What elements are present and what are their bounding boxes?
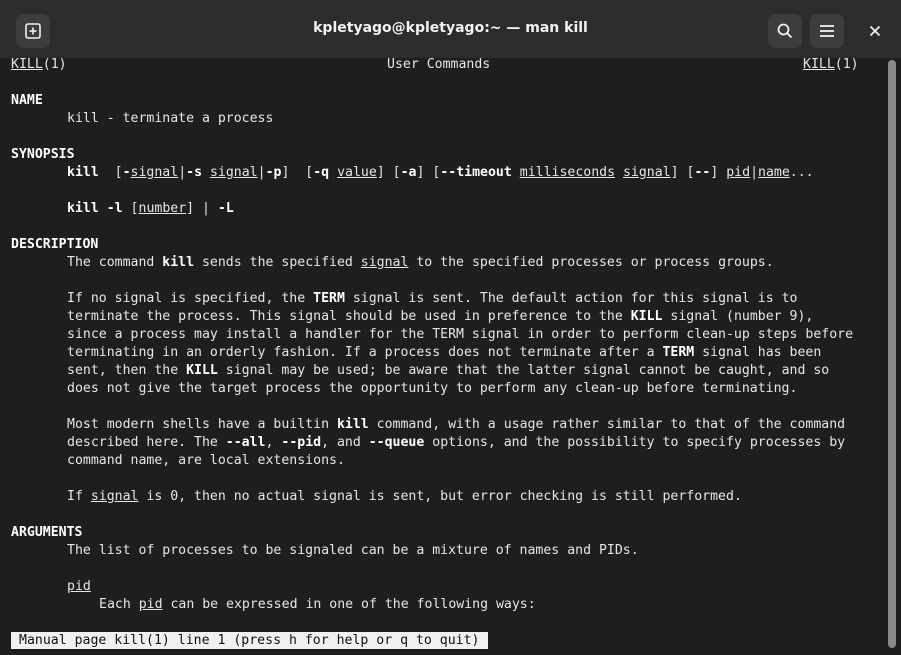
close-icon (869, 25, 881, 37)
args-pid-description: Each pid can be expressed in one of the … (99, 597, 536, 612)
desc-paragraph-2-line-3: since a process may install a handler fo… (67, 327, 854, 342)
menu-button[interactable] (810, 14, 844, 48)
desc-paragraph-2-line-5: sent, then the KILL signal may be used; … (67, 363, 830, 378)
args-paragraph-1: The list of processes to be signaled can… (67, 543, 639, 558)
desc-paragraph-2-line-2: terminate the process. This signal shoul… (67, 309, 814, 324)
desc-paragraph-3-line-1: Most modern shells have a builtin kill c… (67, 417, 846, 432)
section-arguments: ARGUMENTS (11, 525, 83, 540)
desc-paragraph-1: The command kill sends the specified sig… (67, 255, 774, 270)
hamburger-menu-icon (820, 25, 834, 37)
header-right: KILL(1) (803, 56, 859, 74)
desc-paragraph-3-line-2: described here. The --all, --pid, and --… (67, 435, 846, 450)
name-line: kill - terminate a process (67, 111, 274, 126)
pager-status-line: Manual page kill(1) line 1 (press h for … (11, 632, 488, 649)
desc-paragraph-2-line-1: If no signal is specified, the TERM sign… (67, 291, 798, 306)
synopsis-line-1: kill [-signal|-s signal|-p] [-q value] [… (67, 165, 814, 180)
header-right-suffix: (1) (834, 57, 859, 72)
synopsis-line-2: kill -l [number] | -L (67, 201, 234, 216)
search-button[interactable] (768, 14, 802, 48)
vertical-scrollbar[interactable] (885, 58, 901, 655)
header-left: KILL (11, 57, 43, 72)
section-synopsis: SYNOPSIS (11, 147, 75, 162)
args-pid-term: pid (67, 579, 91, 594)
header-center: User Commands (387, 57, 491, 72)
desc-paragraph-2-line-6: does not give the target process the opp… (67, 381, 798, 396)
terminal-window: kpletyago@kpletyago:~ — man kill KILL(1)… (0, 0, 901, 655)
desc-paragraph-2-line-4: terminating in an orderly fashion. If a … (67, 345, 822, 360)
close-button[interactable] (858, 14, 892, 48)
section-name: NAME (11, 93, 43, 108)
desc-paragraph-4: If signal is 0, then no actual signal is… (67, 489, 742, 504)
section-description: DESCRIPTION (11, 237, 99, 252)
desc-paragraph-3-line-3: command name, are local extensions. (67, 453, 345, 468)
header-left-suffix: (1) (42, 57, 67, 72)
title-bar: kpletyago@kpletyago:~ — man kill (0, 0, 901, 58)
man-header: KILL(1) (11, 56, 67, 74)
search-icon (777, 23, 793, 39)
window-title: kpletyago@kpletyago:~ — man kill (313, 20, 588, 36)
header-right-name: KILL (803, 57, 835, 72)
scrollbar-thumb[interactable] (888, 60, 896, 648)
terminal-content[interactable]: KILL(1) User Commands KILL(1) NAME kill … (0, 56, 883, 655)
